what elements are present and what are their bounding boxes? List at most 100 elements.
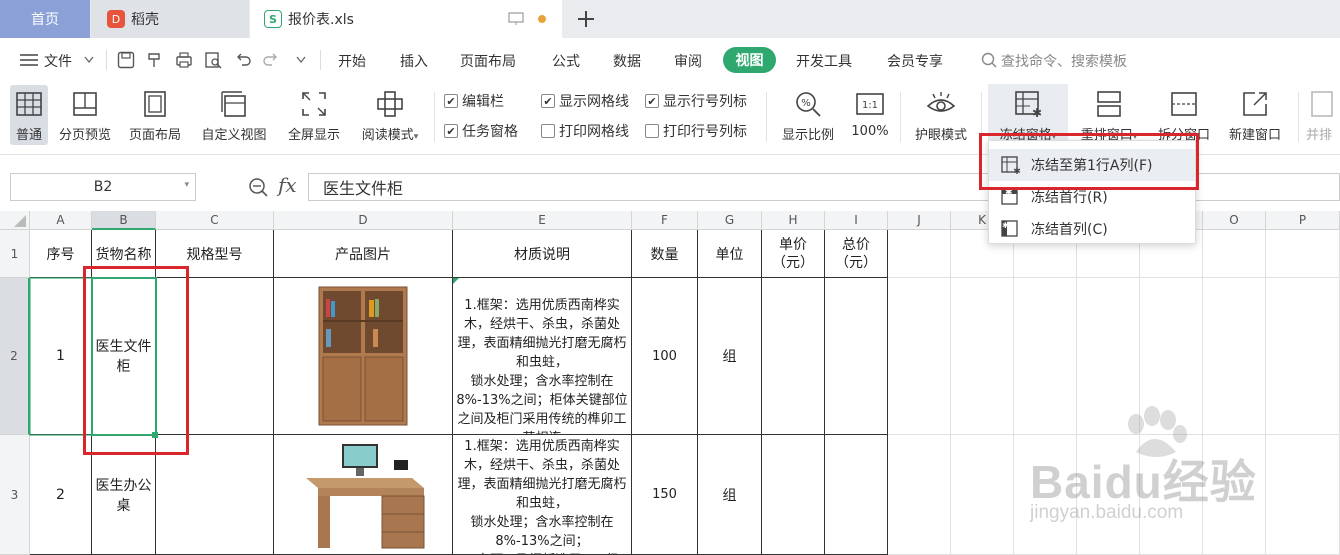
column-header-C[interactable]: C: [156, 211, 274, 230]
redo-icon[interactable]: [262, 51, 280, 69]
cell-total-price[interactable]: [825, 435, 888, 555]
header-cell-unit-price[interactable]: 单价 （元）: [762, 230, 825, 278]
column-header-D[interactable]: D: [274, 211, 453, 230]
cell-product-image[interactable]: [274, 435, 453, 555]
column-header-I[interactable]: I: [825, 211, 888, 230]
empty-cell[interactable]: [951, 435, 1014, 555]
search-input[interactable]: 查找命令、搜索模板: [1001, 51, 1127, 71]
name-box[interactable]: B2 ▾: [10, 173, 196, 201]
column-header-E[interactable]: E: [453, 211, 632, 230]
menu-formula[interactable]: 公式: [552, 51, 580, 71]
row-header-2[interactable]: 2: [0, 278, 30, 435]
zoom-button[interactable]: % 显示比例: [777, 82, 839, 148]
column-header-A[interactable]: A: [30, 211, 92, 230]
empty-cell[interactable]: [1203, 230, 1266, 278]
column-header-H[interactable]: H: [762, 211, 825, 230]
empty-cell[interactable]: [888, 278, 951, 435]
print-preview-icon[interactable]: [204, 51, 222, 69]
header-cell-qty[interactable]: 数量: [632, 230, 698, 278]
menu-view[interactable]: 视图: [723, 47, 776, 73]
empty-cell[interactable]: [1266, 278, 1340, 435]
eye-protection-button[interactable]: 护眼模式: [909, 82, 973, 148]
row-header-1[interactable]: 1: [0, 230, 30, 278]
empty-cell[interactable]: [1014, 278, 1077, 435]
new-window-button[interactable]: 新建窗口: [1224, 82, 1286, 148]
reading-mode-button[interactable]: 阅读模式▾: [354, 82, 426, 148]
select-all-corner[interactable]: [0, 211, 30, 230]
eye-protection-label: 护眼模式: [914, 128, 967, 143]
format-painter-icon[interactable]: [146, 51, 164, 69]
search-icon[interactable]: [981, 52, 997, 68]
hamburger-icon[interactable]: [20, 53, 38, 67]
column-header-G[interactable]: G: [698, 211, 762, 230]
print-gridlines-checkbox[interactable]: 打印网格线: [541, 121, 629, 141]
empty-cell[interactable]: [888, 435, 951, 555]
header-cell-total-price[interactable]: 总价 （元）: [825, 230, 888, 278]
taskpane-checkbox[interactable]: ✔ 任务窗格: [444, 121, 518, 141]
undo-icon[interactable]: [234, 51, 252, 69]
menu-data[interactable]: 数据: [613, 51, 641, 71]
header-cell-unit[interactable]: 单位: [698, 230, 762, 278]
fullscreen-button[interactable]: 全屏显示: [283, 82, 345, 148]
divider: [320, 50, 321, 70]
cell-qty[interactable]: 150: [632, 435, 698, 555]
page-break-preview-button[interactable]: 分页预览: [55, 82, 115, 148]
column-header-P[interactable]: P: [1266, 211, 1340, 230]
page-layout-view-button[interactable]: 页面布局: [125, 82, 185, 148]
normal-view-button[interactable]: 普通: [13, 82, 45, 148]
side-by-side-button[interactable]: 并排: [1306, 82, 1340, 148]
monitor-icon[interactable]: [508, 12, 524, 26]
column-header-O[interactable]: O: [1203, 211, 1266, 230]
freeze-first-column-item[interactable]: ✱ 冻结首列(C): [989, 213, 1195, 245]
print-icon[interactable]: [175, 51, 193, 69]
gridlines-checkbox[interactable]: ✔ 显示网格线: [541, 91, 629, 111]
cell-unit[interactable]: 组: [698, 435, 762, 555]
cell-material[interactable]: 1.框架：选用优质西南桦实木，经烘干、杀虫，杀菌处理，表面精细抛光打磨无腐朽和虫…: [453, 278, 632, 435]
column-header-B[interactable]: B: [92, 211, 156, 230]
empty-cell[interactable]: [888, 230, 951, 278]
cell-unit[interactable]: 组: [698, 278, 762, 435]
zoom-100-button[interactable]: 1:1 100%: [848, 82, 892, 148]
empty-cell[interactable]: [1266, 230, 1340, 278]
row-header-3[interactable]: 3: [0, 435, 30, 555]
column-header-J[interactable]: J: [888, 211, 951, 230]
editbar-checkbox[interactable]: ✔ 编辑栏: [444, 91, 504, 111]
menu-start[interactable]: 开始: [338, 51, 366, 71]
arrange-windows-icon: [1097, 91, 1121, 117]
svg-text:1:1: 1:1: [862, 100, 878, 111]
menu-review[interactable]: 审阅: [674, 51, 702, 71]
tab-file[interactable]: S 报价表.xls: [250, 0, 562, 38]
zoom-formula-icon[interactable]: [248, 177, 268, 197]
menu-member[interactable]: 会员专享: [887, 51, 943, 71]
menu-file[interactable]: 文件: [44, 51, 72, 71]
empty-cell[interactable]: [1203, 278, 1266, 435]
cell-unit-price[interactable]: [762, 278, 825, 435]
empty-cell[interactable]: [951, 278, 1014, 435]
cell-qty[interactable]: 100: [632, 278, 698, 435]
cell-total-price[interactable]: [825, 278, 888, 435]
headers-checkbox[interactable]: ✔ 显示行号列标: [645, 91, 747, 111]
menu-insert[interactable]: 插入: [400, 51, 428, 71]
quick-access-chevron-icon[interactable]: [296, 56, 306, 64]
new-tab-plus-icon[interactable]: [576, 9, 596, 29]
divider: [106, 50, 107, 70]
tab-file-label: 报价表.xls: [288, 12, 354, 28]
name-box-chevron-icon[interactable]: ▾: [184, 180, 189, 190]
menu-page-layout[interactable]: 页面布局: [460, 51, 516, 71]
side-by-side-icon: [1311, 91, 1333, 117]
print-headers-checkbox[interactable]: 打印行号列标: [645, 121, 747, 141]
tab-daoke[interactable]: D 稻壳: [91, 0, 249, 38]
header-cell-image[interactable]: 产品图片: [274, 230, 453, 278]
cell-product-image[interactable]: [274, 278, 453, 435]
menu-developer[interactable]: 开发工具: [796, 51, 852, 71]
comment-marker-icon: [453, 278, 459, 284]
save-icon[interactable]: [117, 51, 135, 69]
chevron-down-icon[interactable]: [84, 56, 94, 64]
cell-material[interactable]: 1.框架：选用优质西南桦实木，经烘干、杀虫，杀菌处理，表面精细抛光打磨无腐朽和虫…: [453, 435, 632, 555]
column-header-F[interactable]: F: [632, 211, 698, 230]
custom-view-button[interactable]: 自定义视图: [196, 82, 272, 148]
header-cell-material[interactable]: 材质说明: [453, 230, 632, 278]
cell-unit-price[interactable]: [762, 435, 825, 555]
fx-icon[interactable]: fx: [278, 173, 297, 197]
tab-home[interactable]: 首页: [0, 0, 90, 38]
